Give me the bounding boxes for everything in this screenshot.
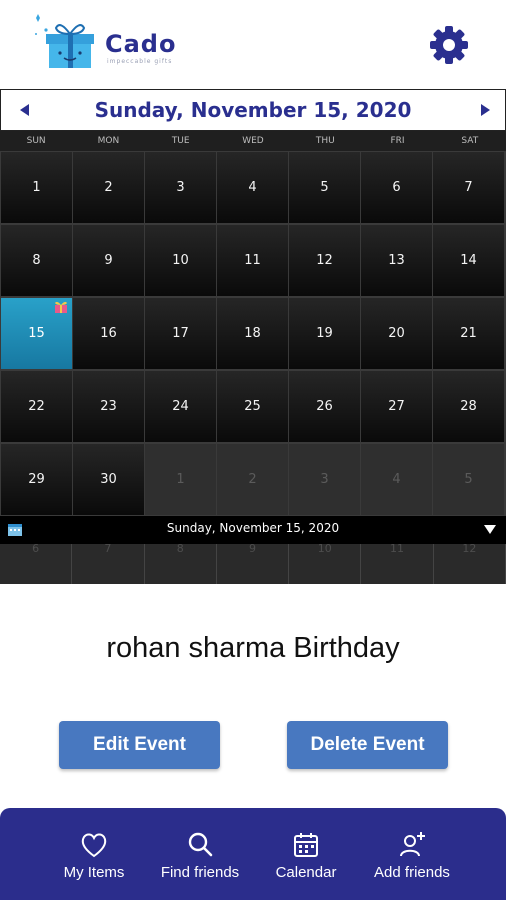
calendar-day[interactable]: 22 <box>1 371 72 442</box>
calendar-day-next-month[interactable]: 5 <box>433 444 504 515</box>
calendar-day[interactable]: 2 <box>73 152 144 223</box>
calendar-day[interactable]: 19 <box>289 298 360 369</box>
calendar-day-next-month[interactable]: 3 <box>289 444 360 515</box>
app-name: Cado <box>105 30 177 58</box>
calendar-day[interactable]: 11 <box>217 225 288 296</box>
calendar-day[interactable]: 5 <box>289 152 360 223</box>
nav-find-friends[interactable]: Find friends <box>147 808 253 900</box>
calendar-day-next-month[interactable]: 4 <box>361 444 432 515</box>
arrow-right-icon <box>481 104 490 116</box>
weekday-header-row: SUN MON TUE WED THU FRI SAT <box>0 131 506 151</box>
calendar-day[interactable]: 13 <box>361 225 432 296</box>
nav-add-friends[interactable]: Add friends <box>359 808 465 900</box>
weekday-label: MON <box>97 136 120 146</box>
gear-icon[interactable] <box>428 24 470 66</box>
calendar-day[interactable]: 25 <box>217 371 288 442</box>
calendar-day[interactable]: 20 <box>361 298 432 369</box>
calendar-day[interactable]: 12 <box>289 225 360 296</box>
event-marker-icon <box>55 301 67 313</box>
nav-label: Find friends <box>160 864 240 881</box>
calendar-title: Sunday, November 15, 2020 <box>94 98 412 122</box>
calendar-day-selected[interactable]: 15 <box>1 298 72 369</box>
bottom-navigation: My Items Find friends Calendar Add frien… <box>0 808 506 900</box>
calendar-day[interactable]: 26 <box>289 371 360 442</box>
mini-day: 7 <box>72 543 145 584</box>
calendar-day-next-month[interactable]: 2 <box>217 444 288 515</box>
nav-label: Calendar <box>275 864 337 881</box>
mini-day: 10 <box>289 543 362 584</box>
calendar-day[interactable]: 14 <box>433 225 504 296</box>
chevron-down-icon[interactable] <box>484 525 496 535</box>
edit-event-button[interactable]: Edit Event <box>59 721 220 769</box>
delete-event-button[interactable]: Delete Event <box>287 721 448 769</box>
weekday-label: WED <box>242 136 264 146</box>
next-month-button[interactable] <box>475 100 495 120</box>
calendar-day[interactable]: 18 <box>217 298 288 369</box>
collapsed-week-row: 6 7 8 9 10 11 12 <box>0 543 506 584</box>
calendar-day[interactable]: 9 <box>73 225 144 296</box>
mini-day: 12 <box>434 543 506 584</box>
nav-calendar[interactable]: Calendar <box>253 808 359 900</box>
gift-box-logo-icon <box>30 12 100 72</box>
event-title: rohan sharma Birthday <box>106 632 400 664</box>
calendar-day[interactable]: 23 <box>73 371 144 442</box>
calendar-day-number: 15 <box>28 326 45 341</box>
selected-date-label: Sunday, November 15, 2020 <box>166 521 340 535</box>
mini-day: 9 <box>217 543 290 584</box>
weekday-label: TUE <box>171 136 190 146</box>
calendar-day[interactable]: 16 <box>73 298 144 369</box>
calendar-day[interactable]: 1 <box>1 152 72 223</box>
calendar-day[interactable]: 28 <box>433 371 504 442</box>
calendar-day[interactable]: 10 <box>145 225 216 296</box>
mini-day: 6 <box>0 543 73 584</box>
weekday-label: THU <box>315 136 335 146</box>
calendar-day[interactable]: 7 <box>433 152 504 223</box>
calendar-header: Sunday, November 15, 2020 <box>0 89 506 131</box>
calendar-day[interactable]: 6 <box>361 152 432 223</box>
calendar-day[interactable]: 17 <box>145 298 216 369</box>
app-header: Cado impeccable gifts <box>0 0 506 88</box>
mini-day: 11 <box>361 543 434 584</box>
calendar-day[interactable]: 3 <box>145 152 216 223</box>
weekday-label: SUN <box>26 136 46 146</box>
calendar-day-next-month[interactable]: 1 <box>145 444 216 515</box>
nav-my-items[interactable]: My Items <box>41 808 147 900</box>
weekday-label: FRI <box>390 136 405 146</box>
calendar-day[interactable]: 24 <box>145 371 216 442</box>
calendar-grid: 1 2 3 4 5 6 7 8 9 10 11 12 13 14 15 16 1… <box>0 151 506 516</box>
calendar-day[interactable]: 29 <box>1 444 72 515</box>
nav-label: My Items <box>63 864 125 881</box>
calendar-day[interactable]: 30 <box>73 444 144 515</box>
search-icon <box>188 832 213 857</box>
calendar-day[interactable]: 8 <box>1 225 72 296</box>
app-tagline: impeccable gifts <box>107 58 173 65</box>
calendar-icon <box>294 833 318 857</box>
weekday-label: SAT <box>461 136 479 146</box>
calendar-day[interactable]: 21 <box>433 298 504 369</box>
add-user-icon <box>400 832 425 857</box>
calendar-day[interactable]: 27 <box>361 371 432 442</box>
nav-label: Add friends <box>374 864 450 881</box>
calendar-day[interactable]: 4 <box>217 152 288 223</box>
mini-day: 8 <box>145 543 217 584</box>
heart-icon <box>81 833 107 858</box>
selected-date-bar[interactable]: Sunday, November 15, 2020 <box>0 516 506 544</box>
